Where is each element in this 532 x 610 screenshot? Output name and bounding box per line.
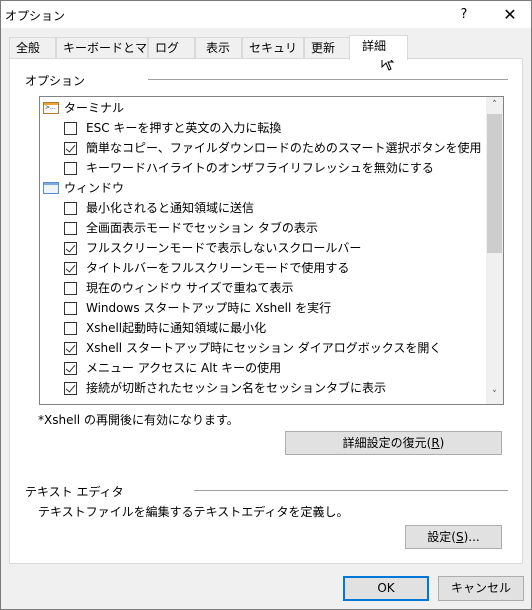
window-title: オプション	[5, 9, 66, 23]
option-checkbox[interactable]	[64, 122, 77, 135]
option-checkbox[interactable]	[64, 282, 77, 295]
option-label: 全画面表示モードでセッション タブの表示	[86, 221, 318, 235]
advanced-panel: オプション ターミナル ESC キーを押すと英文の入力に転換簡単なコピー、ファイル…	[9, 58, 523, 564]
option-label: Xshell起動時に通知領域に最小化	[86, 321, 267, 335]
option-checkbox[interactable]	[64, 202, 77, 215]
category-label: ウィンドウ	[64, 181, 125, 195]
text-editor-settings-button[interactable]: 設定(S)...	[405, 525, 502, 549]
option-label: ESC キーを押すと英文の入力に転換	[86, 121, 282, 135]
text-editor-group-label: テキスト エディタ	[25, 485, 124, 499]
button-label-suffix: )...	[463, 530, 480, 544]
tab-security[interactable]: セキュリティ	[242, 37, 304, 75]
scroll-down-arrow-icon[interactable]: ˅	[486, 387, 503, 404]
button-label-suffix: )	[439, 436, 445, 450]
restore-defaults-button[interactable]: 詳細設定の復元(R)	[285, 431, 502, 455]
terminal-icon	[43, 102, 59, 114]
option-label: Xshell スタートアップ時にセッション ダイアログボックスを開く	[86, 341, 442, 355]
scroll-track[interactable]	[486, 114, 503, 387]
tab-label: 表示	[206, 41, 231, 55]
option-checkbox[interactable]	[64, 362, 77, 375]
tab-advanced[interactable]: 詳細	[349, 35, 408, 60]
vertical-scrollbar[interactable]: ˄ ˅	[486, 97, 503, 404]
tab-keyboard-mouse[interactable]: キーボードとマウス	[56, 37, 148, 75]
option-checkbox[interactable]	[64, 242, 77, 255]
options-list[interactable]: ターミナル ESC キーを押すと英文の入力に転換簡単なコピー、ファイルダウンロード…	[39, 96, 504, 405]
option-label: 最小化されると通知領域に送信	[86, 201, 255, 215]
tab-label: 詳細	[362, 39, 387, 53]
button-mnemonic: R	[431, 436, 440, 450]
close-button[interactable]: ✕	[495, 1, 525, 28]
tab-display[interactable]: 表示	[195, 37, 242, 59]
tab-update[interactable]: 更新	[304, 37, 351, 59]
title-bar: オプション ? ✕	[1, 1, 531, 28]
text-editor-group-divider	[194, 490, 508, 491]
option-checkbox[interactable]	[64, 142, 77, 155]
tab-label: 全般	[16, 41, 41, 55]
option-label: 簡単なコピー、ファイルダウンロードのためのスマート選択ボタンを使用	[86, 141, 482, 155]
option-label: 接続が切断されたセッション名をセッションタブに表示	[86, 381, 387, 395]
option-label: メニュー アクセスに Alt キーの使用	[86, 361, 282, 375]
options-group-divider	[148, 79, 508, 80]
cancel-button[interactable]: キャンセル	[438, 576, 524, 601]
tab-log[interactable]: ログ	[148, 37, 195, 59]
text-editor-description: テキストファイルを編集するテキストエディタを定義し。	[38, 505, 349, 519]
option-checkbox[interactable]	[64, 322, 77, 335]
scroll-thumb[interactable]	[487, 114, 502, 253]
option-label: Windows スタートアップ時に Xshell を実行	[86, 301, 332, 315]
ok-button[interactable]: OK	[343, 576, 429, 601]
option-checkbox[interactable]	[64, 262, 77, 275]
button-mnemonic: S	[455, 530, 464, 544]
restart-note: *Xshell の再開後に有効になります。	[38, 413, 239, 427]
help-button[interactable]: ?	[449, 1, 479, 28]
option-label: キーワードハイライトのオンザフライリフレッシュを無効にする	[86, 161, 434, 175]
option-checkbox[interactable]	[64, 342, 77, 355]
option-checkbox[interactable]	[64, 222, 77, 235]
category-label: ターミナル	[64, 101, 125, 115]
option-checkbox[interactable]	[64, 382, 77, 395]
window-icon	[43, 182, 59, 194]
button-label: 詳細設定の復元(	[342, 436, 432, 450]
option-label: タイトルバーをフルスクリーンモードで使用する	[86, 261, 350, 275]
option-label: フルスクリーンモードで表示しないスクロールバー	[86, 241, 362, 255]
tab-general[interactable]: 全般	[9, 37, 56, 59]
options-dialog: オプション ? ✕ 全般 キーボードとマウス ログ 表示 セキュリティ 更新 詳…	[0, 0, 532, 610]
button-label: 設定(	[427, 530, 456, 544]
options-group-label: オプション	[25, 74, 86, 88]
option-checkbox[interactable]	[64, 302, 77, 315]
tab-label: 更新	[311, 41, 336, 55]
option-label: 現在のウィンドウ サイズで重ねて表示	[86, 281, 294, 295]
tab-label: ログ	[155, 41, 180, 55]
scroll-up-arrow-icon[interactable]: ˄	[486, 97, 503, 114]
option-checkbox[interactable]	[64, 162, 77, 175]
